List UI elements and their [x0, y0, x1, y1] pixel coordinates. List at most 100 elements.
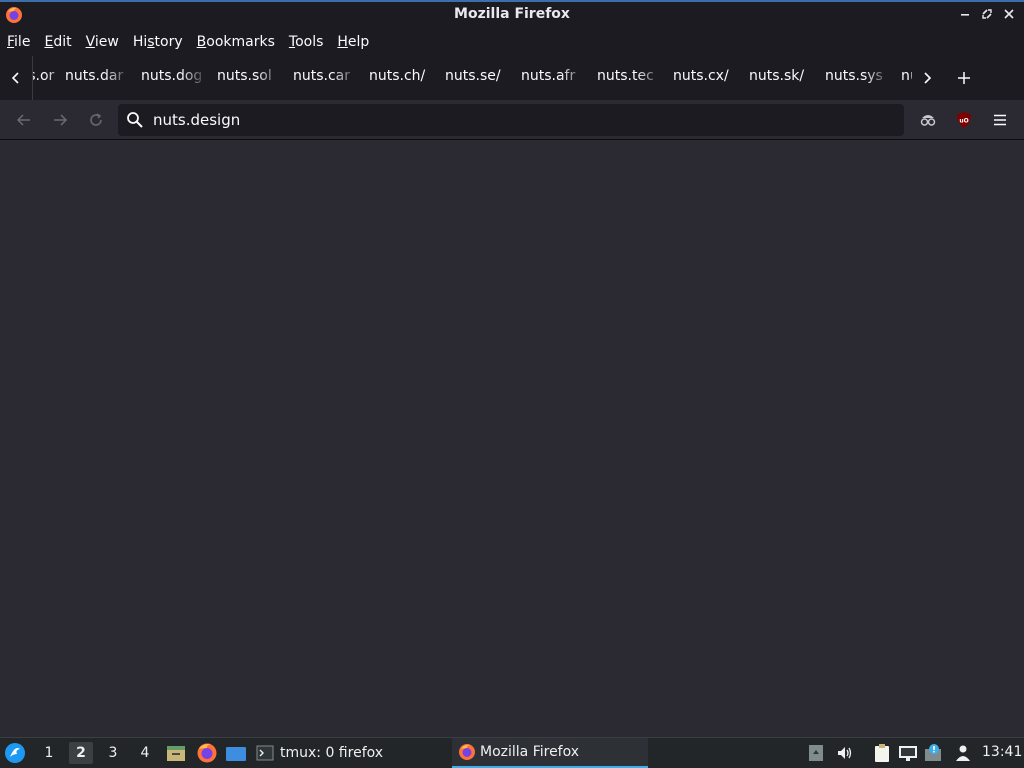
url-text[interactable]: nuts.design: [153, 111, 240, 129]
volume-icon[interactable]: [835, 743, 855, 763]
workspace-4[interactable]: 4: [133, 742, 157, 764]
workspace-1[interactable]: 1: [37, 742, 61, 764]
tab[interactable]: nuts.car: [293, 68, 359, 88]
tab-label: nuts.ch/: [369, 68, 426, 84]
menu-tools-rest: ools: [295, 34, 324, 50]
clipboard-icon[interactable]: [872, 743, 892, 763]
tab[interactable]: nuts.dog: [141, 68, 207, 88]
page-content[interactable]: [0, 141, 1024, 737]
tab-label: nuts.se/: [445, 68, 501, 84]
menu-file[interactable]: File: [0, 28, 37, 56]
menu-history[interactable]: History: [126, 28, 190, 56]
menu-file-rest: ile: [14, 34, 31, 50]
tabs-container: nuts.or nuts.dar nuts.dog nuts.sol nuts.…: [32, 56, 912, 100]
reload-button[interactable]: [82, 106, 110, 134]
tray-arrow-icon[interactable]: [806, 743, 826, 763]
tab[interactable]: nuts.dar: [65, 68, 131, 88]
tab-label: nuts.sk/: [749, 68, 805, 84]
tab[interactable]: nuts.tec: [597, 68, 663, 88]
svg-text:uO: uO: [959, 118, 968, 125]
back-button[interactable]: [10, 106, 38, 134]
menu-history-pre: Hi: [132, 34, 148, 50]
tab-label: nuts.afr: [521, 68, 576, 84]
clock: 13:41: [982, 744, 1023, 760]
tab-label: nuts.dar: [65, 68, 124, 84]
chevron-right-icon: [924, 72, 932, 84]
menu-bookmarks-accel: B: [196, 34, 207, 50]
tab-label: nuts.sys: [825, 68, 883, 84]
menu-edit-accel: E: [44, 34, 54, 50]
menu-view-accel: V: [85, 34, 95, 50]
workspace-3[interactable]: 3: [101, 742, 125, 764]
tab-label: nuts.sol: [217, 68, 272, 84]
minimize-button[interactable]: [956, 5, 974, 23]
tab[interactable]: nuts.sol: [217, 68, 283, 88]
chevron-left-icon: [11, 72, 19, 84]
window-title: Mozilla Firefox: [454, 6, 570, 22]
file-manager-launcher-icon[interactable]: [165, 742, 187, 764]
menu-tools[interactable]: Tools: [282, 28, 331, 56]
navigation-toolbar: nuts.design uO: [0, 100, 1024, 140]
menu-bar: File Edit View History Bookmarks Tools H…: [0, 28, 1024, 56]
menu-bookmarks-rest: ookmarks: [206, 34, 275, 50]
tab[interactable]: nuts.sk/: [749, 68, 815, 88]
arrow-left-icon: [16, 114, 30, 126]
task-label: Mozilla Firefox: [480, 744, 580, 760]
tab[interactable]: nuts.cx/: [673, 68, 739, 88]
app-menu-button[interactable]: [986, 106, 1014, 134]
url-bar[interactable]: nuts.design: [118, 104, 904, 136]
menu-history-post: tory: [154, 34, 183, 50]
plus-icon: [958, 72, 970, 84]
tab[interactable]: nuts.sys: [825, 68, 891, 88]
menu-file-accel: F: [7, 34, 15, 50]
window-titlebar: Mozilla Firefox: [0, 0, 1024, 28]
tab[interactable]: nuts.se/: [445, 68, 511, 88]
spy-glasses-icon: [920, 115, 936, 126]
menu-help-accel: H: [337, 34, 348, 50]
tab-label: nuts.tec: [597, 68, 654, 84]
tab-label: nuts.dog: [141, 68, 203, 84]
tab[interactable]: nuts.ch/: [369, 68, 435, 88]
terminal-icon: [256, 744, 274, 762]
tab-label: nuts.car: [293, 68, 351, 84]
privacy-extension-button[interactable]: [914, 106, 942, 134]
forward-button[interactable]: [46, 106, 74, 134]
user-switch-icon[interactable]: [953, 743, 973, 763]
task-tmux[interactable]: tmux: 0 firefox: [256, 738, 446, 768]
scroll-tabs-left-button[interactable]: [2, 64, 30, 92]
tab-label: nuts.or: [33, 68, 55, 84]
menu-history-accel: s: [147, 34, 155, 50]
firefox-icon: [458, 743, 476, 761]
tab[interactable]: nuts.afr: [521, 68, 587, 88]
task-firefox[interactable]: Mozilla Firefox: [452, 738, 648, 768]
reload-icon: [90, 113, 102, 126]
taskbar: 1 2 3 4 tmux: 0 firefox Mozilla Firefox: [0, 737, 1024, 768]
scroll-tabs-right-button[interactable]: [913, 64, 941, 92]
task-label: tmux: 0 firefox: [280, 745, 384, 761]
workspace-2[interactable]: 2: [69, 742, 93, 764]
tab-label: nu: [901, 68, 912, 84]
network-icon[interactable]: [898, 743, 918, 763]
hamburger-menu-icon: [994, 114, 1006, 126]
tab-label: nuts.cx/: [673, 68, 729, 84]
menu-view-rest: iew: [94, 34, 119, 50]
arrow-right-icon: [54, 114, 68, 126]
menu-help[interactable]: Help: [330, 28, 376, 56]
tab[interactable]: nu: [901, 68, 912, 88]
restore-button[interactable]: [978, 5, 996, 23]
tab-strip: nuts.or nuts.dar nuts.dog nuts.sol nuts.…: [0, 56, 1024, 100]
menu-bookmarks[interactable]: Bookmarks: [190, 28, 282, 56]
application-menu-icon[interactable]: [4, 742, 26, 764]
desktop-launcher-icon[interactable]: [225, 742, 247, 764]
close-button[interactable]: [1000, 5, 1018, 23]
ublock-shield-icon: uO: [957, 112, 971, 128]
ublock-origin-button[interactable]: uO: [950, 106, 978, 134]
search-icon: [126, 111, 144, 129]
menu-edit[interactable]: Edit: [37, 28, 78, 56]
menu-view[interactable]: View: [79, 28, 126, 56]
menu-edit-rest: dit: [53, 34, 72, 50]
notification-icon[interactable]: [924, 743, 944, 763]
menu-help-rest: elp: [347, 34, 370, 50]
firefox-launcher-icon[interactable]: [196, 742, 218, 764]
new-tab-button[interactable]: [950, 64, 978, 92]
